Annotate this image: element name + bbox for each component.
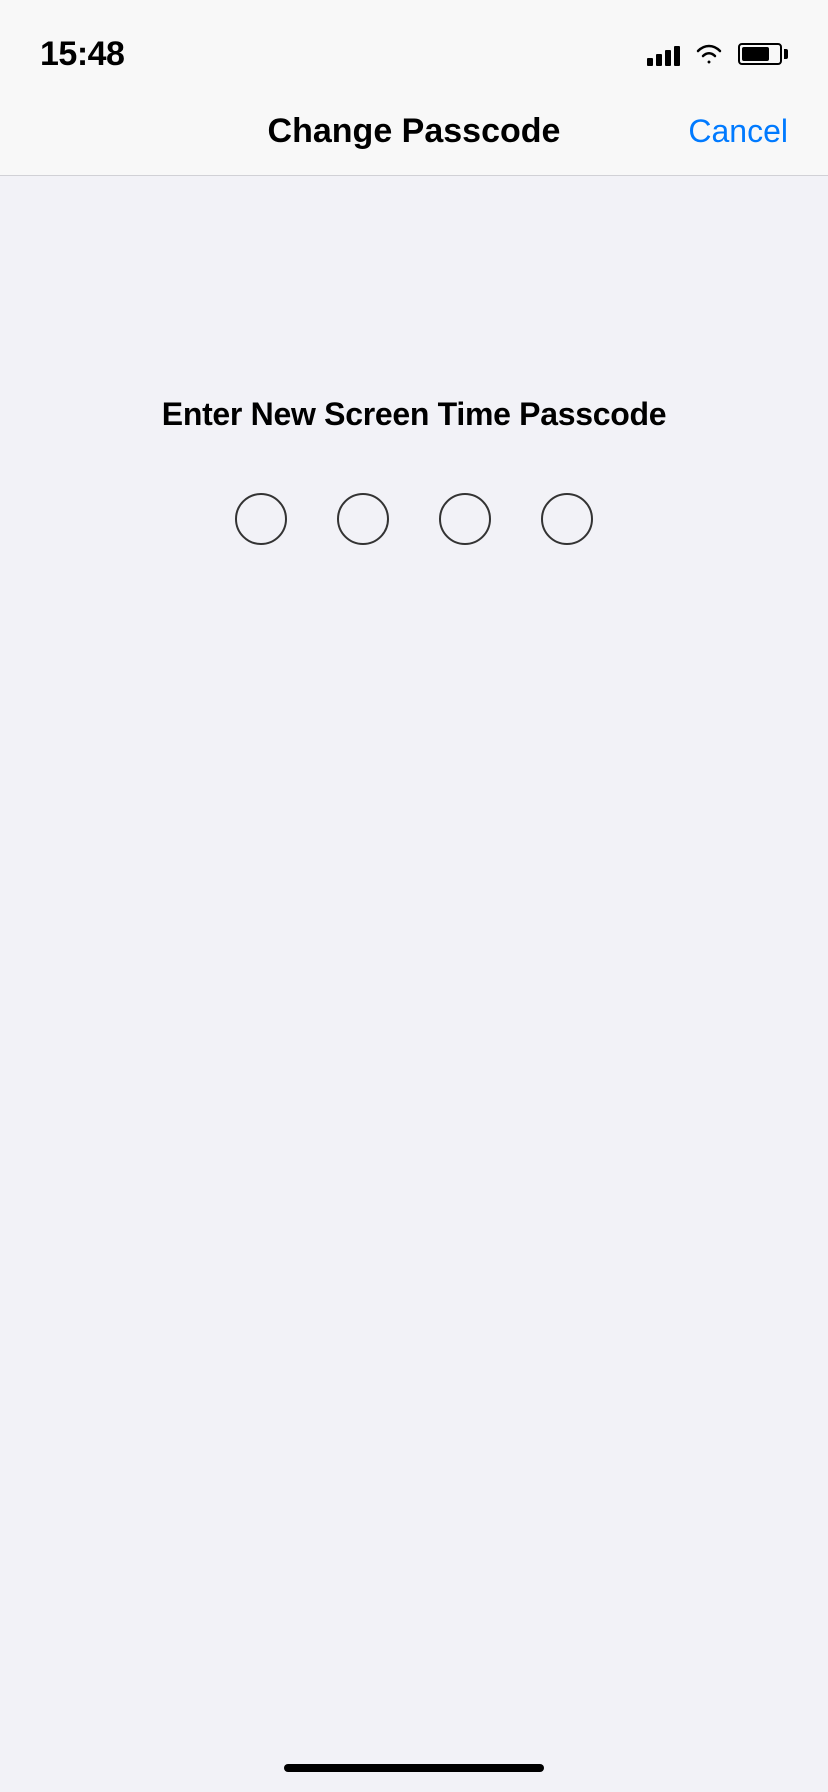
passcode-dots [235,493,593,545]
passcode-dot-3 [439,493,491,545]
status-icons [647,42,788,66]
page-title: Change Passcode [268,112,561,151]
passcode-prompt: Enter New Screen Time Passcode [162,396,666,433]
status-bar: 15:48 [0,0,828,88]
main-content: Enter New Screen Time Passcode [0,176,828,1792]
nav-bar: Change Passcode Cancel [0,88,828,176]
passcode-dot-2 [337,493,389,545]
passcode-dot-1 [235,493,287,545]
battery-icon [738,43,788,65]
passcode-dot-4 [541,493,593,545]
home-indicator [284,1764,544,1772]
cancel-button[interactable]: Cancel [688,113,788,150]
status-time: 15:48 [40,35,124,74]
wifi-icon [694,43,724,65]
signal-icon [647,42,680,66]
